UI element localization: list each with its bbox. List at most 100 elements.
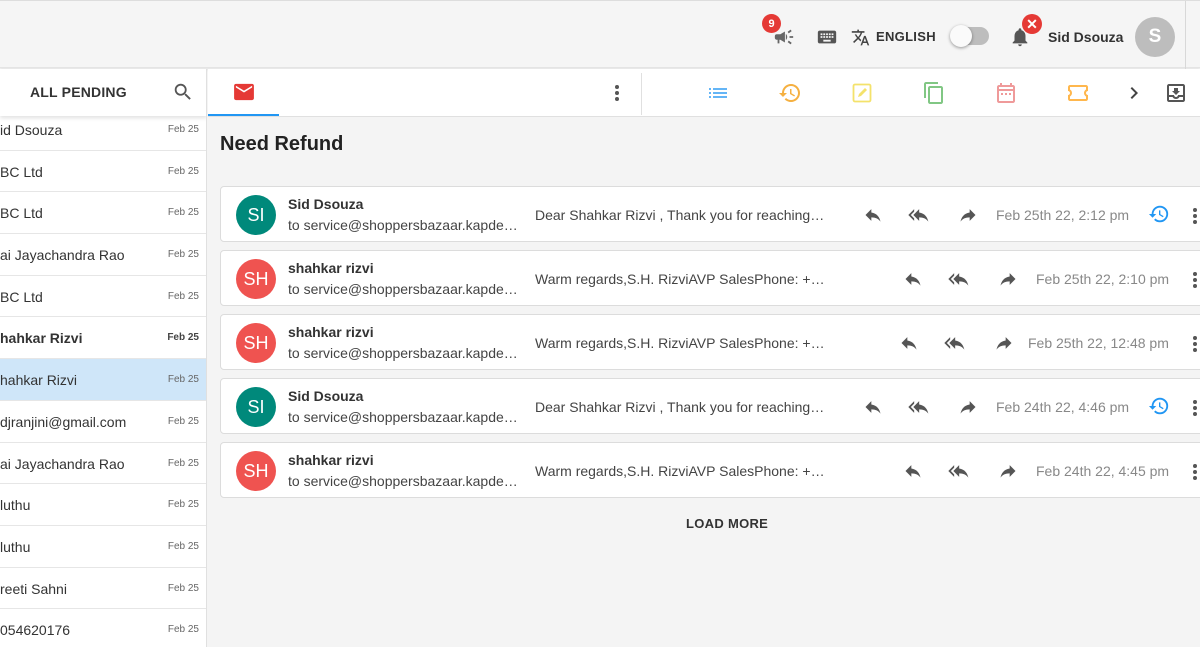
conversation-date: Feb 25 (167, 374, 199, 386)
conversation-name: djranjini@gmail.com (0, 413, 127, 430)
list-item[interactable]: hahkar Rizvi Feb 25 (0, 317, 206, 360)
list-item[interactable]: 054620176 Feb 25 (0, 609, 206, 647)
forward-icon (1000, 273, 1016, 286)
recipient-address: to service@shoppersbazaar.kapdes.com (288, 473, 520, 489)
more-vertical-icon (1193, 272, 1197, 288)
sender-avatar: SI (236, 195, 276, 235)
message-card[interactable]: SI Sid Dsouza to service@shoppersbazaar.ka… (220, 186, 1200, 242)
scheduled-button[interactable] (1148, 203, 1170, 225)
conversation-name: hahkar Rizvi (0, 330, 83, 347)
reply-all-icon (948, 273, 969, 286)
reply-icon (905, 273, 921, 286)
message-more-button[interactable] (1191, 205, 1199, 227)
toolbar-next-button[interactable] (1122, 81, 1146, 105)
header-divider (1185, 1, 1186, 69)
message-more-button[interactable] (1191, 269, 1199, 291)
forward-button[interactable] (997, 461, 1019, 481)
reply-all-button[interactable] (907, 205, 933, 225)
reply-icon (865, 401, 881, 414)
conversation-name: 054620176 (0, 622, 71, 639)
translate-icon (851, 29, 869, 45)
load-more-button[interactable]: LOAD MORE (686, 516, 768, 531)
list-item[interactable]: ai Jayachandra Rao Feb 25 (0, 442, 206, 485)
reply-all-button[interactable] (943, 333, 969, 353)
message-snippet: Warm regards,S.H. RizviAVP SalesPhone: +… (535, 335, 825, 351)
forward-button[interactable] (993, 333, 1015, 353)
language-selector[interactable]: ENGLISH (876, 29, 936, 44)
list-item[interactable]: hahkar Rizvi Feb 25 (0, 359, 206, 401)
forward-button[interactable] (957, 205, 979, 225)
conversation-name: BC Ltd (0, 163, 43, 180)
message-timestamp: Feb 25th 22, 2:10 pm (1036, 271, 1170, 287)
history-button[interactable] (778, 81, 802, 105)
user-avatar[interactable]: S (1135, 17, 1175, 57)
scheduled-button[interactable] (1148, 395, 1170, 417)
conversation-toolbar (208, 69, 1200, 117)
message-more-button[interactable] (1191, 397, 1199, 419)
list-icon (709, 88, 727, 98)
reply-all-icon (948, 465, 969, 478)
top-header: 9 ENGLISH ✕ Sid Dsouza S (0, 0, 1200, 69)
message-snippet: Dear Shahkar Rizvi , Thank you for reach… (535, 399, 825, 415)
theme-toggle[interactable] (950, 25, 989, 47)
forward-button[interactable] (997, 269, 1019, 289)
recipient-address: to service@shoppersbazaar.kapdes.com (288, 345, 520, 361)
message-timestamp: Feb 24th 22, 4:45 pm (1036, 463, 1170, 479)
list-item[interactable]: BC Ltd Feb 25 (0, 150, 206, 193)
sidebar-search-button[interactable] (172, 81, 194, 103)
conversation-name: ai Jayachandra Rao (0, 247, 125, 264)
archive-button[interactable] (1164, 81, 1188, 105)
reply-button[interactable] (902, 269, 924, 289)
conversation-name: hahkar Rizvi (0, 372, 78, 389)
forward-button[interactable] (957, 397, 979, 417)
reply-all-button[interactable] (947, 269, 973, 289)
close-icon: ✕ (1026, 15, 1038, 32)
copy-icon (924, 82, 943, 104)
list-item[interactable]: ai Jayachandra Rao Feb 25 (0, 234, 206, 276)
list-item[interactable]: luthu Feb 25 (0, 484, 206, 526)
note-button[interactable] (850, 81, 874, 105)
toolbar-more-button[interactable] (610, 82, 624, 104)
sidebar-title[interactable]: ALL PENDING (30, 84, 127, 100)
reply-all-button[interactable] (947, 461, 973, 481)
list-view-button[interactable] (706, 81, 730, 105)
message-card[interactable]: SI Sid Dsouza to service@shoppersbazaar.ka… (220, 378, 1200, 434)
copy-button[interactable] (922, 81, 946, 105)
reply-icon (865, 209, 881, 222)
list-item[interactable]: djranjini@gmail.com Feb 25 (0, 400, 206, 443)
sender-avatar: SH (236, 323, 276, 363)
reply-button[interactable] (862, 397, 884, 417)
tab-email[interactable] (208, 69, 279, 116)
reply-button[interactable] (898, 333, 920, 353)
more-vertical-icon (1193, 336, 1197, 352)
more-vertical-icon (1193, 464, 1197, 480)
clock-icon (1148, 205, 1169, 223)
message-timestamp: Feb 25th 22, 2:12 pm (996, 207, 1130, 223)
ticket-button[interactable] (1066, 81, 1090, 105)
more-vertical-icon (1193, 208, 1197, 224)
reply-all-icon (908, 209, 929, 222)
message-card[interactable]: SH shahkar rizvi to service@shoppersbazaar… (220, 442, 1200, 498)
recipient-address: to service@shoppersbazaar.kapdes.com (288, 217, 520, 233)
conversation-name: luthu (0, 497, 31, 514)
list-item[interactable]: BC Ltd Feb 25 (0, 192, 206, 235)
message-more-button[interactable] (1191, 333, 1199, 355)
list-item[interactable]: luthu Feb 25 (0, 525, 206, 568)
message-more-button[interactable] (1191, 461, 1199, 483)
more-vertical-icon (1193, 400, 1197, 416)
reply-all-button[interactable] (907, 397, 933, 417)
reply-button[interactable] (862, 205, 884, 225)
message-timestamp: Feb 25th 22, 12:48 pm (1028, 335, 1169, 351)
user-name[interactable]: Sid Dsouza (1048, 29, 1123, 45)
calendar-button[interactable] (994, 81, 1018, 105)
list-item[interactable]: reeti Sahni Feb 25 (0, 567, 206, 610)
message-card[interactable]: SH shahkar rizvi to service@shoppersbazaar… (220, 314, 1200, 370)
message-card[interactable]: SH shahkar rizvi to service@shoppersbazaar… (220, 250, 1200, 306)
toolbar-divider (641, 73, 642, 115)
sender-name: shahkar rizvi (288, 260, 374, 276)
translate-button[interactable] (850, 27, 870, 47)
keyboard-button[interactable] (816, 26, 838, 48)
reply-button[interactable] (902, 461, 924, 481)
list-item[interactable]: BC Ltd Feb 25 (0, 275, 206, 318)
toggle-knob (950, 25, 972, 47)
